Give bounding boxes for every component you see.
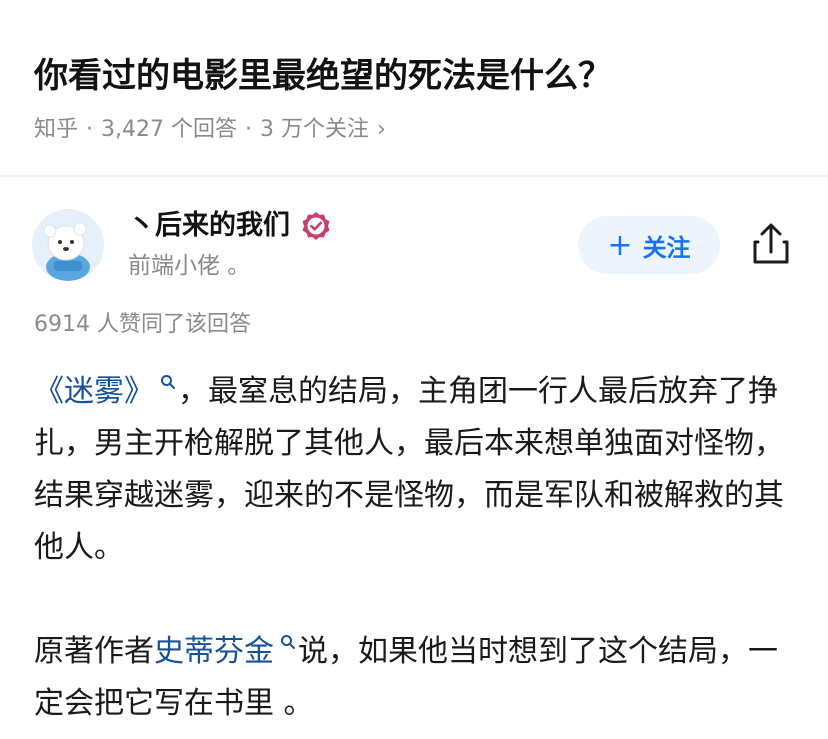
- author-name-text: 丶后来的我们: [128, 210, 290, 241]
- verified-badge-icon: [302, 212, 330, 240]
- answers-count: 3,427 个回答: [101, 117, 237, 142]
- source-label: 知乎: [34, 117, 79, 142]
- avatar-illustration: [32, 209, 104, 281]
- meta-separator: ·: [245, 117, 252, 142]
- plus-icon: +: [607, 227, 633, 263]
- share-icon[interactable]: [750, 222, 792, 266]
- followers-count: 3 万个关注: [260, 117, 369, 142]
- term-link-stephen-king[interactable]: 史蒂芬金: [154, 634, 274, 669]
- meta-separator: ·: [86, 117, 94, 142]
- answer-paragraph: 《迷雾》 ，最窒息的结局，主角团一行人最后放弃了挣扎，男主开枪解脱了其他人，最后本…: [34, 366, 804, 574]
- question-title[interactable]: 你看过的电影里最绝望的死法是什么？: [34, 52, 794, 100]
- avatar[interactable]: [32, 209, 104, 281]
- answer-text: 原著作者: [34, 634, 154, 669]
- search-icon[interactable]: [280, 634, 296, 650]
- answer-paragraph: 原著作者史蒂芬金 说，如果他当时想到了这个结局，一定会把它写在书里 。: [34, 626, 804, 730]
- question-meta[interactable]: 知乎 · 3,427 个回答 · 3 万个关注 ›: [34, 114, 386, 146]
- chevron-right-icon: ›: [377, 117, 386, 142]
- author-name[interactable]: 丶后来的我们: [128, 206, 332, 246]
- search-icon[interactable]: [160, 374, 176, 390]
- answer-body: 《迷雾》 ，最窒息的结局，主角团一行人最后放弃了挣扎，男主开枪解脱了其他人，最后本…: [34, 366, 804, 730]
- follow-button-label: 关注: [642, 233, 691, 262]
- section-divider: [0, 175, 828, 177]
- vote-count: 6914 人赞同了该回答: [34, 312, 251, 337]
- author-bio: 前端小佬 。: [128, 253, 251, 279]
- follow-button[interactable]: + 关注: [578, 216, 720, 274]
- term-link-mist[interactable]: 《迷雾》: [34, 374, 154, 409]
